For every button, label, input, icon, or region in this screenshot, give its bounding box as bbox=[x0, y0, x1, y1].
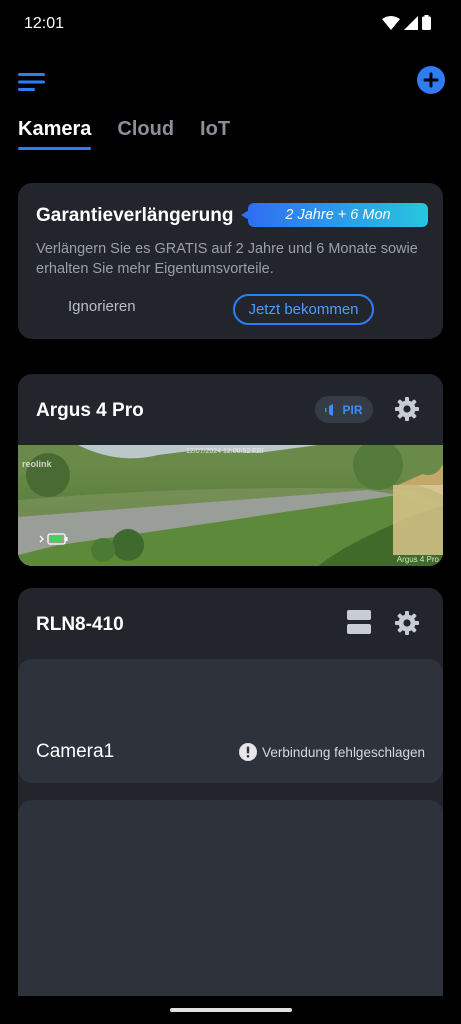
channel-tile[interactable]: Camera1 Verbindung fehlgeschlagen bbox=[18, 659, 443, 783]
camera-preview[interactable]: 12/07/2024 12:00:52 FRI reolink Argus 4 … bbox=[18, 445, 443, 566]
tab-kamera[interactable]: Kamera bbox=[18, 118, 92, 150]
cellular-signal-icon bbox=[404, 15, 418, 30]
nvr-card: RLN8-410 Camera1 Verbindung fehlgeschlag… bbox=[18, 588, 443, 1008]
warranty-promo-card: Garantieverlängerung 2 Jahre + 6 Mon Ver… bbox=[18, 183, 443, 339]
ignore-button[interactable]: Ignorieren bbox=[68, 298, 136, 315]
layout-row-icon bbox=[347, 624, 371, 634]
home-indicator[interactable] bbox=[170, 1008, 292, 1012]
camera-settings-button[interactable] bbox=[393, 395, 421, 423]
add-device-button[interactable] bbox=[415, 64, 447, 96]
tab-cloud[interactable]: Cloud bbox=[117, 118, 174, 150]
promo-text: Verlängern Sie es GRATIS auf 2 Jahre und… bbox=[36, 241, 418, 277]
get-now-button[interactable]: Jetzt bekommen bbox=[233, 294, 374, 325]
promo-badge: 2 Jahre + 6 Mon bbox=[241, 203, 428, 227]
status-icons bbox=[382, 15, 431, 30]
preview-timestamp: 12/07/2024 12:00:52 FRI bbox=[186, 448, 264, 455]
layout-toggle-button[interactable] bbox=[347, 610, 371, 636]
tab-iot[interactable]: IoT bbox=[200, 118, 230, 150]
battery-icon bbox=[422, 15, 431, 30]
camera-preview-image bbox=[18, 445, 443, 566]
preview-watermark: reolink bbox=[22, 459, 52, 469]
plus-circle-icon bbox=[417, 66, 445, 94]
menu-button[interactable] bbox=[14, 66, 50, 98]
menu-icon bbox=[18, 73, 45, 91]
gear-icon bbox=[395, 397, 419, 421]
battery-charging-icon bbox=[39, 533, 68, 545]
gear-icon bbox=[395, 611, 419, 635]
channel-tile[interactable] bbox=[18, 800, 443, 1008]
status-time: 12:01 bbox=[24, 15, 65, 32]
channel-status: Verbindung fehlgeschlagen bbox=[239, 743, 425, 761]
promo-title: Garantieverlängerung bbox=[36, 205, 234, 226]
pir-toggle[interactable]: PIR bbox=[315, 396, 373, 423]
channel-status-text: Verbindung fehlgeschlagen bbox=[262, 744, 425, 760]
camera-card: Argus 4 Pro PIR 12/07/2024 12:00:52 FRI … bbox=[18, 374, 443, 566]
channel-name: Camera1 bbox=[36, 741, 115, 762]
layout-row-icon bbox=[347, 610, 371, 620]
nvr-settings-button[interactable] bbox=[393, 609, 421, 637]
pir-wave-icon bbox=[325, 403, 334, 416]
wifi-icon bbox=[382, 15, 400, 30]
alert-circle-icon bbox=[239, 743, 258, 761]
pir-label: PIR bbox=[342, 402, 363, 417]
preview-camera-name: Argus 4 Pro bbox=[396, 555, 439, 564]
system-nav-bar bbox=[0, 996, 461, 1024]
app-bar bbox=[0, 60, 461, 104]
camera-name: Argus 4 Pro bbox=[36, 400, 144, 421]
status-bar: 12:01 bbox=[0, 0, 461, 50]
tab-bar: Kamera Cloud IoT bbox=[18, 118, 256, 150]
nvr-name: RLN8-410 bbox=[36, 614, 124, 635]
